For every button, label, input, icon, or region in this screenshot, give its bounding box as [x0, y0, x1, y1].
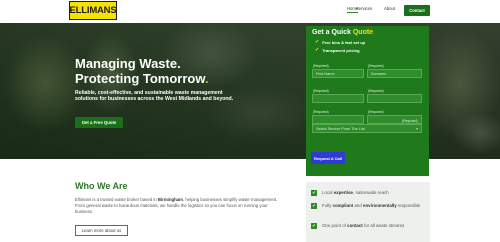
service-placeholder: Select Service From The List — [316, 126, 365, 131]
first-name-placeholder: First Name — [316, 71, 335, 76]
features-panel: ✔ Local expertise, nationwide reach ✔ Fu… — [306, 182, 430, 242]
email-field[interactable] — [312, 94, 364, 103]
hero-title-line-1: Managing Waste. — [75, 56, 181, 71]
check-icon: ✔ — [315, 47, 320, 53]
hero-description: Reliable, cost-effective, and sustainabl… — [75, 90, 234, 103]
who-text-bold: Birmingham — [157, 197, 183, 202]
who-we-are-title: Who We Are — [75, 181, 128, 191]
check-icon: ✔ — [315, 39, 320, 45]
company-field[interactable] — [312, 115, 364, 124]
feature-text-bold: environmentally — [363, 203, 397, 208]
postcode-required-label: (Required) — [368, 110, 384, 114]
service-required-label: (Required) — [402, 119, 418, 123]
feature-text: Fully compliant and environmentally resp… — [322, 203, 422, 209]
who-we-are-text: Ellimans is a trusted waste broker based… — [75, 197, 285, 214]
chevron-down-icon: ▾ — [416, 127, 418, 131]
first-name-field[interactable]: First Name — [312, 69, 364, 78]
first-name-required-label: (Required) — [313, 64, 329, 68]
feature-text-part: , nationwide reach — [353, 190, 389, 195]
perk-label: Transparent pricing — [322, 47, 360, 53]
feature-text-part: One point of — [322, 223, 348, 228]
check-icon: ✔ — [311, 203, 317, 209]
ellimans-logo[interactable]: ELLIMANS — [69, 1, 117, 20]
perk-label: Free bins & fast set up — [322, 39, 366, 45]
perk-item: ✔ Transparent pricing — [315, 47, 360, 53]
form-title-prefix: Get a Quick — [312, 29, 353, 36]
phone-field[interactable] — [367, 94, 422, 103]
feature-item: ✔ One point of contact for all waste str… — [311, 223, 422, 229]
feature-text-part: Fully — [322, 203, 333, 208]
hero-title-line-2: Protecting Tomorrow. — [75, 71, 209, 86]
company-required-label: (Required) — [313, 110, 329, 114]
phone-required-label: (Required) — [368, 89, 384, 93]
check-icon: ✔ — [311, 190, 317, 196]
feature-text-part: and — [353, 203, 364, 208]
feature-text-bold: expertise — [333, 190, 354, 195]
form-title: Get a Quick Quote — [312, 29, 373, 36]
hero-title: Managing Waste. Protecting Tomorrow. — [75, 56, 209, 86]
feature-item: ✔ Local expertise, nationwide reach — [311, 190, 422, 196]
learn-more-button[interactable]: Learn more about us — [75, 225, 128, 236]
contact-button[interactable]: Contact — [404, 5, 430, 16]
hero-title-dot: . — [205, 71, 209, 86]
feature-text: One point of contact for all waste strea… — [322, 223, 422, 229]
feature-item: ✔ Fully compliant and environmentally re… — [311, 203, 422, 209]
site-header: ELLIMANS Home Services About Contact — [0, 0, 500, 23]
request-call-button[interactable]: Request A Call — [311, 152, 345, 164]
feature-text-part: responsible — [396, 203, 421, 208]
service-select[interactable]: Select Service From The List ▾ — [312, 124, 422, 133]
perk-item: ✔ Free bins & fast set up — [315, 39, 365, 45]
feature-text-bold: contact — [347, 223, 363, 228]
feature-text: Local expertise, nationwide reach — [322, 190, 422, 196]
quick-quote-form: Get a Quick Quote ✔ Free bins & fast set … — [306, 26, 429, 176]
feature-text-part: Local — [322, 190, 334, 195]
check-icon: ✔ — [311, 223, 317, 229]
form-title-accent: Quote — [352, 29, 374, 36]
nav-services-link[interactable]: Services — [356, 6, 372, 11]
hero-title-line-2-text: Protecting Tomorrow — [75, 71, 205, 86]
free-quote-button[interactable]: Get a Free Quote — [75, 117, 123, 128]
nav-about-link[interactable]: About — [384, 6, 395, 11]
surname-required-label: (Required) — [368, 64, 384, 68]
surname-placeholder: Surname — [371, 71, 387, 76]
feature-text-bold: compliant — [332, 203, 354, 208]
email-required-label: (Required) — [313, 89, 329, 93]
who-text-before: Ellimans is a trusted waste broker based… — [75, 197, 158, 202]
surname-field[interactable]: Surname — [367, 69, 422, 78]
feature-text-part: for all waste streams — [362, 223, 405, 228]
